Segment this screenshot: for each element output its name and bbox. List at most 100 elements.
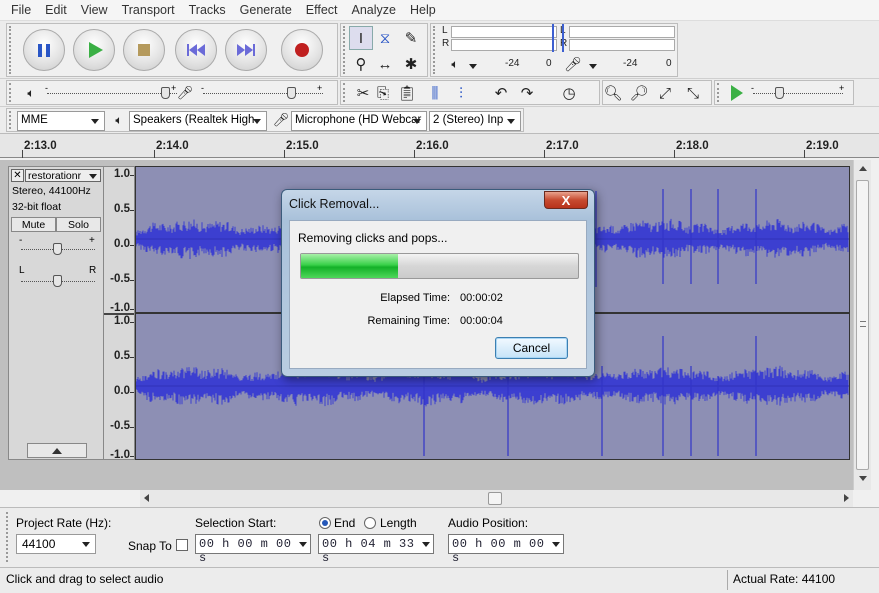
menu-effect[interactable]: Effect [299, 3, 345, 17]
scroll-left-arrow[interactable] [144, 494, 149, 502]
microphone-icon[interactable]: 🎤︎ [561, 52, 585, 76]
ruler-label: 2:19.0 [806, 140, 839, 152]
track-close-button[interactable]: ✕ [11, 169, 24, 182]
cancel-button[interactable]: Cancel [495, 337, 568, 359]
channel-separator [104, 313, 134, 315]
audio-host-select[interactable]: MME [17, 111, 105, 131]
output-volume-slider[interactable] [161, 87, 170, 99]
toolbar-grip[interactable] [717, 83, 723, 102]
zoom-out-icon[interactable]: 🔎︎ [627, 81, 651, 105]
gain-slider[interactable] [53, 243, 62, 255]
playback-meter-dropdown-arrow[interactable] [469, 64, 477, 69]
play-speed-plus: + [839, 83, 845, 93]
scroll-right-arrow[interactable] [844, 494, 849, 502]
track-name-menu[interactable]: restorationr [25, 169, 101, 182]
play-speed-track[interactable] [753, 93, 843, 94]
vertical-scrollbar[interactable] [853, 160, 871, 490]
input-volume-track[interactable] [203, 93, 323, 94]
fit-project-icon[interactable]: ⤡ [681, 81, 705, 105]
draw-tool-icon[interactable]: ✎ [399, 26, 423, 50]
menu-file[interactable]: File [4, 3, 38, 17]
toolbar-grip[interactable] [433, 26, 439, 74]
ruler-label: 2:17.0 [546, 140, 579, 152]
tools-toolbar: I ⧖ ✎ ⚲ ↔ ✱ [340, 23, 428, 77]
mute-button[interactable]: Mute [11, 217, 56, 232]
record-meter-left[interactable] [451, 26, 557, 38]
dialog-message: Removing clicks and pops... [298, 231, 448, 245]
dialog-close-button[interactable]: X [544, 191, 588, 209]
redo-icon[interactable]: ↷ [515, 81, 539, 105]
pause-button[interactable] [23, 29, 65, 71]
menu-analyze[interactable]: Analyze [345, 3, 403, 17]
input-volume-slider[interactable] [287, 87, 296, 99]
record-meter-right[interactable] [451, 39, 557, 51]
elapsed-label: Elapsed Time: [380, 292, 450, 304]
scroll-down-arrow[interactable] [859, 476, 867, 481]
solo-button[interactable]: Solo [56, 217, 101, 232]
project-rate-select[interactable]: 44100 [16, 534, 96, 554]
click-removal-dialog: Click Removal... X Removing clicks and p… [281, 189, 595, 377]
gain-minus-label: - [19, 235, 23, 246]
play-button[interactable] [73, 29, 115, 71]
input-device-select[interactable]: Microphone (HD Webcar [291, 111, 427, 131]
toolbar-grip[interactable] [9, 111, 15, 129]
toolbar-grip[interactable] [6, 512, 12, 562]
scale-label: 0.0 [114, 385, 130, 397]
skip-to-start-button[interactable] [175, 29, 217, 71]
output-volume-track[interactable] [47, 93, 177, 94]
fit-selection-icon[interactable]: ⤢ [653, 81, 677, 105]
selection-end-time[interactable]: 00 h 04 m 33 s [318, 534, 434, 565]
timeshift-tool-icon[interactable]: ↔ [373, 52, 397, 76]
vertical-scroll-thumb[interactable] [856, 180, 869, 470]
end-radio[interactable] [319, 517, 331, 529]
ruler-label: 2:13.0 [24, 140, 57, 152]
vertical-ruler[interactable]: 1.0 0.5 0.0 -0.5 -1.0 1.0 0.5 0.0 -0.5 -1.0 [104, 166, 135, 461]
play-at-speed-icon[interactable] [731, 85, 743, 101]
horizontal-scrollbar[interactable] [140, 490, 853, 507]
horizontal-scroll-thumb[interactable] [488, 492, 502, 505]
silence-icon[interactable]: ⫶ [449, 81, 473, 105]
zoom-in-icon[interactable]: 🔍︎ [601, 81, 625, 105]
menu-help[interactable]: Help [403, 3, 443, 17]
collapse-track-button[interactable] [27, 443, 87, 458]
stop-button[interactable] [123, 29, 165, 71]
speaker-icon[interactable]: 🔈︎ [443, 52, 467, 76]
pan-slider[interactable] [53, 275, 62, 287]
record-button[interactable] [281, 29, 323, 71]
ruler-tick [544, 150, 545, 158]
scroll-up-arrow[interactable] [859, 166, 867, 171]
undo-icon[interactable]: ↶ [489, 81, 513, 105]
toolbar-grip[interactable] [9, 26, 15, 74]
record-meter-dropdown-arrow[interactable] [589, 64, 597, 69]
sync-lock-icon[interactable]: ◷ [557, 81, 581, 105]
play-speed-slider[interactable] [775, 87, 784, 99]
toolbar-grip[interactable] [9, 83, 15, 102]
skip-to-end-button[interactable] [225, 29, 267, 71]
ruler-tick [22, 150, 23, 158]
selection-start-time[interactable]: 00 h 00 m 00 s [195, 534, 311, 565]
menu-transport[interactable]: Transport [115, 3, 182, 17]
trim-icon[interactable]: ⫼ [423, 81, 447, 105]
selection-tool-icon[interactable]: I [349, 26, 373, 50]
menu-tracks[interactable]: Tracks [182, 3, 233, 17]
audio-position-time[interactable]: 00 h 00 m 00 s [448, 534, 564, 565]
menu-view[interactable]: View [74, 3, 115, 17]
menu-generate[interactable]: Generate [233, 3, 299, 17]
playback-meter-left[interactable] [569, 26, 675, 38]
length-radio[interactable] [364, 517, 376, 529]
snap-to-checkbox[interactable] [176, 539, 188, 551]
playback-meter-right[interactable] [569, 39, 675, 51]
envelope-tool-icon[interactable]: ⧖ [373, 26, 397, 50]
paste-icon[interactable]: 📋︎ [395, 81, 419, 105]
toolbar-grip[interactable] [343, 83, 349, 102]
copy-icon[interactable]: ⎘ [371, 81, 395, 105]
ruler-tick [414, 150, 415, 158]
multi-tool-icon[interactable]: ✱ [399, 52, 423, 76]
input-channels-select[interactable]: 2 (Stereo) Inp [429, 111, 521, 131]
toolbar-row-2: 🔈︎ - + 🎤︎ - + ✂ ⎘ 📋︎ ⫼ ⫶ ↶ ↷ ◷ 🔍︎ 🔎︎ ⤢ ⤡… [0, 79, 879, 107]
transcription-toolbar: - + [714, 80, 854, 105]
menu-edit[interactable]: Edit [38, 3, 74, 17]
zoom-tool-icon[interactable]: ⚲ [349, 52, 373, 76]
output-device-select[interactable]: Speakers (Realtek High [129, 111, 267, 131]
timeline-ruler[interactable]: 2:13.0 2:14.0 2:15.0 2:16.0 2:17.0 2:18.0 2:19… [0, 134, 879, 158]
